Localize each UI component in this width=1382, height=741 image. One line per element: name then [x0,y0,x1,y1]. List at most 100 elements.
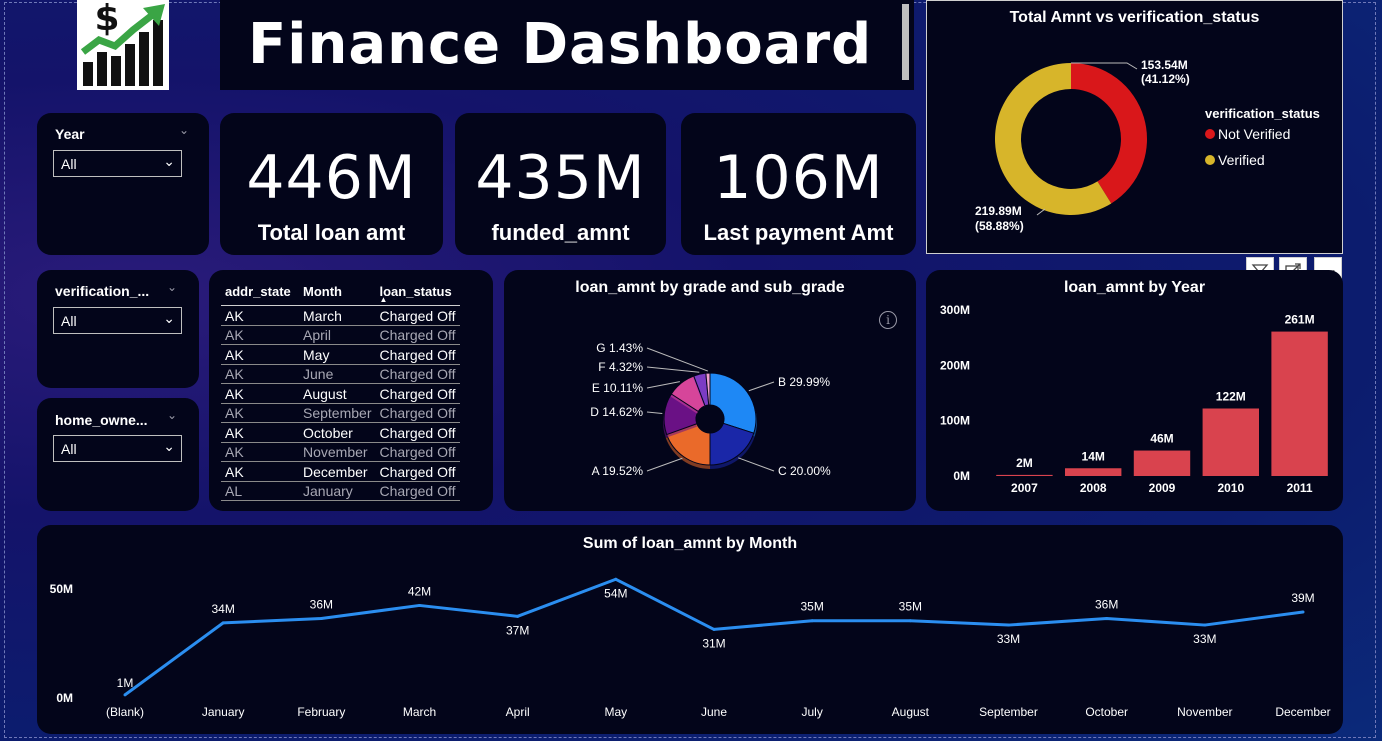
table-cell: December [299,461,376,482]
leader-line [646,411,663,414]
data-label: G 1.43% [596,341,643,355]
x-tick-label: December [1275,705,1330,719]
column-header-label: loan_status [379,284,452,299]
month-line-chart: 0M 50M 1M (Blank) 34M January 36M February 42M Ma… [50,577,1331,719]
x-tick-label: 2007 [1011,481,1038,495]
home-ownership-slicer-label: home_owne... [55,412,148,428]
table-cell: AK [221,461,299,482]
kpi-card-total-loan: 446M Total loan amt [220,113,443,255]
data-point [908,619,912,623]
kpi-label: funded_amnt [491,220,630,245]
data-label: B 29.99% [778,375,830,389]
x-tick-label: October [1085,705,1128,719]
y-tick-label: 100M [940,414,970,428]
kpi-label: Total loan amt [257,220,406,245]
table-cell: November [299,442,376,462]
x-tick-label: August [892,705,930,719]
data-point [1105,617,1109,621]
verification-donut-card: Total Amnt vs verification_status 153.54… [926,0,1343,254]
data-point [123,693,127,697]
x-tick-label: 2010 [1217,481,1244,495]
legend-item: Verified [1218,152,1265,168]
table-cell: AK [221,344,299,365]
grade-pie-chart: B 29.99% C 20.00% A 19.52% D 14.62% E 10.11%… [590,341,831,478]
data-point [418,603,421,607]
kpi-card-last-payment: 106M Last payment Amt [681,113,916,255]
data-label: E 10.11% [592,381,643,395]
table-cell: AK [221,305,299,326]
data-label: (58.88%) [975,219,1024,233]
data-point [319,617,323,621]
column-header-sorted[interactable]: loan_status ▲ [375,282,460,306]
table-row[interactable]: AK August Charged Off [221,383,460,404]
data-label: (41.12%) [1141,72,1190,86]
table-cell: Charged Off [375,383,460,404]
data-label: 122M [1216,389,1246,403]
data-point [614,577,618,581]
x-tick-label: September [979,705,1038,719]
finance-logo: $ [77,0,169,90]
table-cell: AL [221,481,299,501]
x-tick-label: June [701,705,727,719]
table-row[interactable]: AK November Charged Off [221,442,460,462]
home-ownership-dropdown[interactable]: All ⌄ [53,435,182,462]
column-header[interactable]: addr_state [221,282,299,306]
x-tick-label: March [403,705,436,719]
y-tick-label: 300M [940,303,970,317]
table-row[interactable]: AK September Charged Off [221,403,460,423]
table-row[interactable]: AK May Charged Off [221,344,460,365]
data-label: 36M [310,598,333,612]
year-bar-chart: 0M 100M 200M 300M 2M 2007 14M 2008 46M 2009 122M 20… [940,303,1328,495]
data-label: 1M [117,676,134,690]
data-label: A 19.52% [592,464,644,478]
table-row[interactable]: AK March Charged Off [221,305,460,326]
leader-line [748,381,775,392]
year-bar-card: loan_amnt by Year 0M 100M 200M 300M 2M 2007 14… [926,270,1343,511]
chevron-down-icon: ⌄ [163,310,175,326]
year-dropdown[interactable]: All ⌄ [53,150,182,177]
data-label: 54M [604,586,627,600]
data-label: F 4.32% [598,360,643,374]
table-cell: AK [221,422,299,443]
leader-line [646,381,680,389]
chevron-down-icon: ⌄ [163,438,175,454]
leader-line [1036,208,1046,216]
verification-dropdown-value: All [61,313,77,329]
data-point [221,621,225,625]
column-header[interactable]: Month [299,282,376,306]
x-tick-label: July [801,705,822,719]
table-cell: Charged Off [375,325,460,345]
table-cell: AK [221,364,299,384]
table-row[interactable]: AK April Charged Off [221,325,460,345]
data-point [1203,623,1207,627]
data-label: 36M [1095,598,1118,612]
x-tick-label: January [202,705,245,719]
chevron-down-icon[interactable]: ⌄ [167,280,177,294]
bar [1202,408,1260,476]
table-row[interactable]: AL January Charged Off [221,481,460,501]
table-cell: September [299,403,376,423]
title-scrollbar [902,4,909,80]
table-cell: AK [221,325,299,345]
table-row[interactable]: AK October Charged Off [221,422,460,443]
chevron-down-icon[interactable]: ⌄ [179,123,189,137]
home-ownership-slicer: home_owne... ⌄ All ⌄ [37,398,199,511]
pie-hole [696,405,724,433]
table-row[interactable]: AK June Charged Off [221,364,460,384]
data-label: 14M [1082,449,1105,463]
verification-dropdown[interactable]: All ⌄ [53,307,182,334]
table-cell: June [299,364,376,384]
data-label: 34M [211,602,234,616]
chevron-down-icon[interactable]: ⌄ [167,408,177,422]
table-cell: October [299,422,376,443]
grade-pie-card: loan_amnt by grade and sub_grade i B 29.… [504,270,916,511]
home-ownership-dropdown-value: All [61,441,77,457]
year-slicer: Year ⌄ All ⌄ [37,113,209,255]
x-tick-label: 2011 [1287,481,1313,495]
data-label: 46M [1150,432,1173,446]
data-table: addr_state Month loan_status ▲ AK March Ch… [221,282,460,501]
table-cell: August [299,383,376,404]
bar [1133,450,1191,476]
leader-line [738,457,775,472]
table-row[interactable]: AK December Charged Off [221,461,460,482]
